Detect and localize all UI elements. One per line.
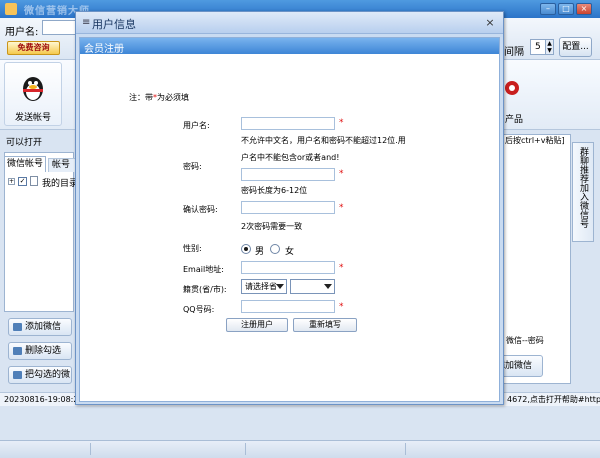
app-icon [5,3,17,15]
product-label: 产品 [505,115,524,125]
province-selected: 请选择省 [245,282,277,291]
note-prefix: 注：带 [129,93,153,102]
dialog-title: 用户信息 [92,18,136,31]
required-mark: * [339,169,344,179]
bg-username-label: 用户名: [5,27,39,38]
eraser-icon [13,347,22,355]
free-consult-button[interactable]: 免费咨询 [7,41,60,55]
tree-item[interactable]: + ✓ 我的目录 [8,176,78,189]
required-note: 注：带*为必须填 [129,92,189,103]
checked-wechat-button[interactable]: 把勾选的微 [8,366,72,384]
reset-button[interactable]: 重新填写 [293,318,357,332]
confirm-password-input[interactable] [241,201,335,214]
register-header: 会员注册 [80,38,499,55]
dialog-titlebar[interactable]: ≡ 用户信息 × [76,12,503,34]
register-panel: 会员注册 注：带*为必须填 用户名: * 不允许中文名，用户名和密码不能超过12… [79,37,500,402]
gender-label: 性别: [183,244,202,253]
paste-hint: 后按ctrl+v粘贴] [505,136,565,145]
city-select[interactable] [290,279,335,294]
product-icon [505,81,519,95]
required-mark: * [339,263,344,273]
add-wechat-button[interactable]: 添加微信 [8,318,72,336]
minimize-icon[interactable]: – [540,3,556,15]
province-select[interactable]: 请选择省 [241,279,287,294]
email-label: Email地址: [183,265,224,274]
interval-label: 间隔 [504,47,524,58]
register-title: 会员注册 [84,44,124,55]
send-account-label: 发送帐号 [14,113,51,123]
note-suffix: 为必须填 [157,93,189,102]
chevron-down-icon [276,284,284,289]
maximize-icon[interactable]: □ [558,3,574,15]
menu-icon: ≡ [82,17,91,28]
close-icon[interactable]: × [576,3,592,15]
tab-group-recommend[interactable]: 群聊推荐加入微信号 [572,142,594,242]
can-open-label: 可以打开 [6,138,43,148]
username-label: 用户名: [183,121,210,130]
bottom-divider [90,443,91,455]
password-input[interactable] [241,168,335,181]
tree-checkbox[interactable]: ✓ [18,177,27,186]
required-mark: * [339,203,344,213]
gender-female-label[interactable]: 女 [285,244,294,257]
gender-male-radio[interactable] [241,244,251,254]
bottom-divider [245,443,246,455]
required-mark: * [339,118,344,128]
password-label: 密码: [183,162,202,171]
wechat-password-hint: 微信--密码 [506,336,544,345]
document-icon [30,176,38,186]
username-input[interactable] [241,117,335,130]
qq-input[interactable] [241,300,335,313]
bottom-divider [405,443,406,455]
password-hint: 密码长度为6-12位 [241,186,308,195]
status-timestamp: 20230816-19:08:28 [4,395,84,404]
tab-account-label[interactable]: 帐号标 [48,158,78,172]
gender-female-radio[interactable] [270,244,280,254]
required-mark: * [339,302,344,312]
username-hint-line2: 户名中不能包含or或者and! [241,153,340,162]
move-icon [13,371,22,379]
tree-item-label: 我的目录 [42,179,79,189]
confirm-password-hint: 2次密码需要一致 [241,222,303,231]
add-wechat-label: 添加微信 [25,322,62,332]
qq-penguin-icon [23,77,43,101]
register-button[interactable]: 注册用户 [226,318,288,332]
right-panel [503,134,571,384]
chevron-down-icon [324,284,332,289]
qq-label: QQ号码: [183,305,215,314]
delete-checked-button[interactable]: 删除勾选 [8,342,72,360]
add-icon [13,323,22,331]
interval-spinner[interactable]: ▲ ▼ [545,39,554,55]
gender-male-label[interactable]: 男 [255,244,264,257]
confirm-password-label: 确认密码: [183,205,218,214]
expand-icon[interactable]: + [8,178,15,185]
config-button[interactable]: 配置... [559,37,592,57]
username-hint-line1: 不允许中文名，用户名和密码不能超过12位.用 [241,136,406,145]
user-info-dialog: ≡ 用户信息 × 会员注册 注：带*为必须填 用户名: * 不允许中文名，用户名… [75,11,504,405]
tab-wechat-account[interactable]: 微信帐号 [4,156,46,172]
checked-wechat-label: 把勾选的微 [25,370,71,380]
hometown-label: 籍贯(省/市): [183,285,227,294]
status-help-link[interactable]: 4672,点击打开帮助#http:/ [507,393,600,406]
delete-checked-label: 删除勾选 [25,346,62,356]
email-input[interactable] [241,261,335,274]
dialog-close-button[interactable]: × [483,16,497,30]
